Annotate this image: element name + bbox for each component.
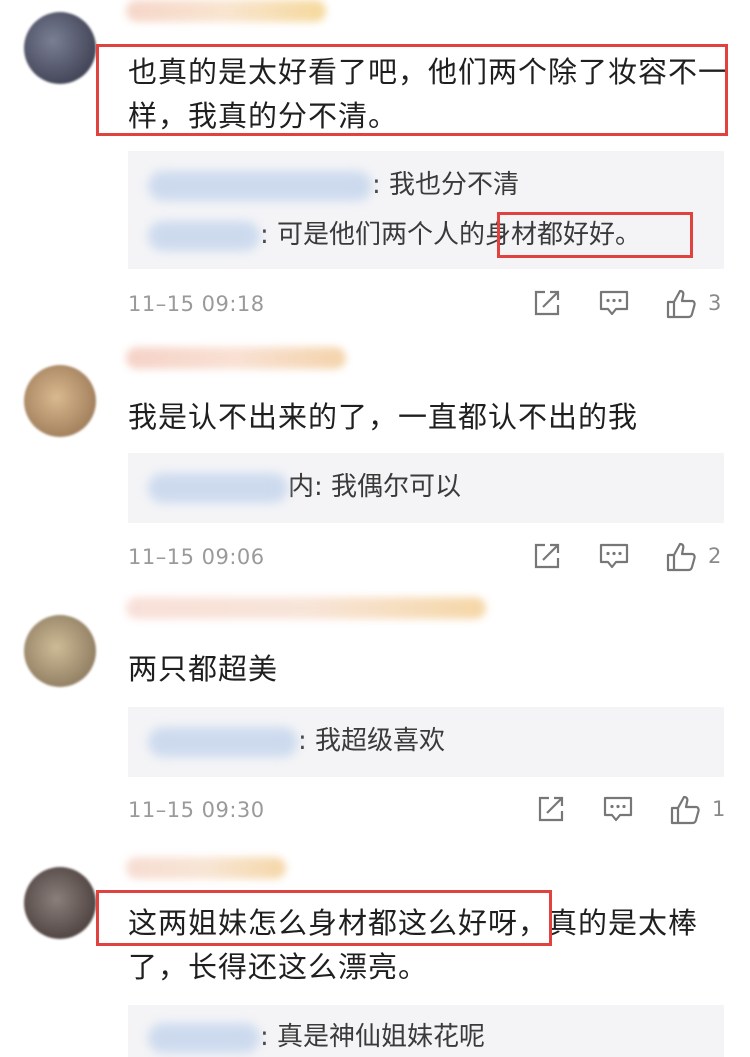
username-blurred[interactable] bbox=[126, 0, 326, 22]
like-count: 2 bbox=[708, 544, 722, 568]
avatar[interactable] bbox=[24, 867, 96, 939]
username-blurred[interactable] bbox=[126, 857, 286, 879]
comment-meta: 11–15 09:18 3 bbox=[128, 284, 728, 324]
reply-item[interactable]: : 我也分不清 bbox=[148, 165, 519, 205]
thumbs-up-icon[interactable] bbox=[669, 794, 701, 826]
timestamp: 11–15 09:30 bbox=[128, 798, 265, 822]
thumbs-up-icon[interactable] bbox=[665, 541, 697, 573]
comment-item: 我是认不出来的了，一直都认不出的我 内: 我偶尔可以 11–15 09:06 2 bbox=[0, 335, 750, 585]
reply-username-blurred[interactable] bbox=[148, 1022, 260, 1053]
comment-text: 这两姐妹怎么身材都这么好呀，真的是太棒了，长得还这么漂亮。 bbox=[128, 906, 699, 984]
share-icon[interactable] bbox=[536, 794, 568, 826]
reply-username-blurred[interactable] bbox=[148, 472, 288, 503]
reply-box[interactable]: : 真是神仙姐妹花呢 bbox=[128, 1005, 724, 1057]
timestamp: 11–15 09:18 bbox=[128, 292, 265, 316]
reply-text: 我超级喜欢 bbox=[306, 726, 446, 756]
like-count: 3 bbox=[708, 291, 722, 315]
username-blurred[interactable] bbox=[126, 597, 486, 619]
timestamp: 11–15 09:06 bbox=[128, 545, 265, 569]
like-count: 1 bbox=[712, 797, 726, 821]
comment-item: 这两姐妹怎么身材都这么好呀，真的是太棒了，长得还这么漂亮。 : 真是神仙姐妹花呢 bbox=[0, 835, 750, 1057]
comment-text: 也真的是太好看了吧，他们两个除了妆容不一样，我真的分不清。 bbox=[128, 55, 729, 133]
reply-box[interactable]: 内: 我偶尔可以 bbox=[128, 453, 724, 523]
reply-item[interactable]: : 我超级喜欢 bbox=[148, 721, 445, 761]
reply-text: 真是神仙姐妹花呢 bbox=[268, 1022, 486, 1052]
reply-box[interactable]: : 我超级喜欢 bbox=[128, 707, 724, 777]
reply-text: 我也分不清 bbox=[380, 170, 520, 200]
reply-item[interactable]: : 可是他们两个人的身材都好好。 bbox=[148, 215, 641, 255]
share-icon[interactable] bbox=[532, 541, 564, 573]
reply-item[interactable]: : 真是神仙姐妹花呢 bbox=[148, 1017, 485, 1057]
reply-text: 可是他们两个人的身材都好好。 bbox=[268, 220, 642, 250]
username-blurred[interactable] bbox=[126, 347, 346, 369]
reply-username-blurred[interactable] bbox=[148, 170, 372, 201]
comment-text: 两只都超美 bbox=[128, 652, 279, 686]
comment-item: 也真的是太好看了吧，他们两个除了妆容不一样，我真的分不清。 : 我也分不清 : … bbox=[0, 0, 750, 335]
comment-meta: 11–15 09:06 2 bbox=[128, 537, 728, 577]
reply-username-blurred[interactable] bbox=[148, 220, 260, 251]
comment-icon[interactable] bbox=[598, 288, 630, 320]
reply-username-blurred[interactable] bbox=[148, 726, 298, 757]
reply-text: 我偶尔可以 bbox=[322, 472, 462, 502]
share-icon[interactable] bbox=[532, 288, 564, 320]
reply-item[interactable]: 内: 我偶尔可以 bbox=[148, 467, 461, 507]
avatar[interactable] bbox=[24, 615, 96, 687]
comment-icon[interactable] bbox=[598, 541, 630, 573]
comment-item: 两只都超美 : 我超级喜欢 11–15 09:30 1 bbox=[0, 585, 750, 835]
avatar[interactable] bbox=[24, 12, 96, 84]
avatar[interactable] bbox=[24, 365, 96, 437]
comment-text: 我是认不出来的了，一直都认不出的我 bbox=[128, 400, 639, 434]
comment-icon[interactable] bbox=[602, 794, 634, 826]
thumbs-up-icon[interactable] bbox=[665, 288, 697, 320]
reply-box[interactable]: : 我也分不清 : 可是他们两个人的身材都好好。 bbox=[128, 151, 724, 269]
comment-meta: 11–15 09:30 1 bbox=[128, 790, 728, 830]
